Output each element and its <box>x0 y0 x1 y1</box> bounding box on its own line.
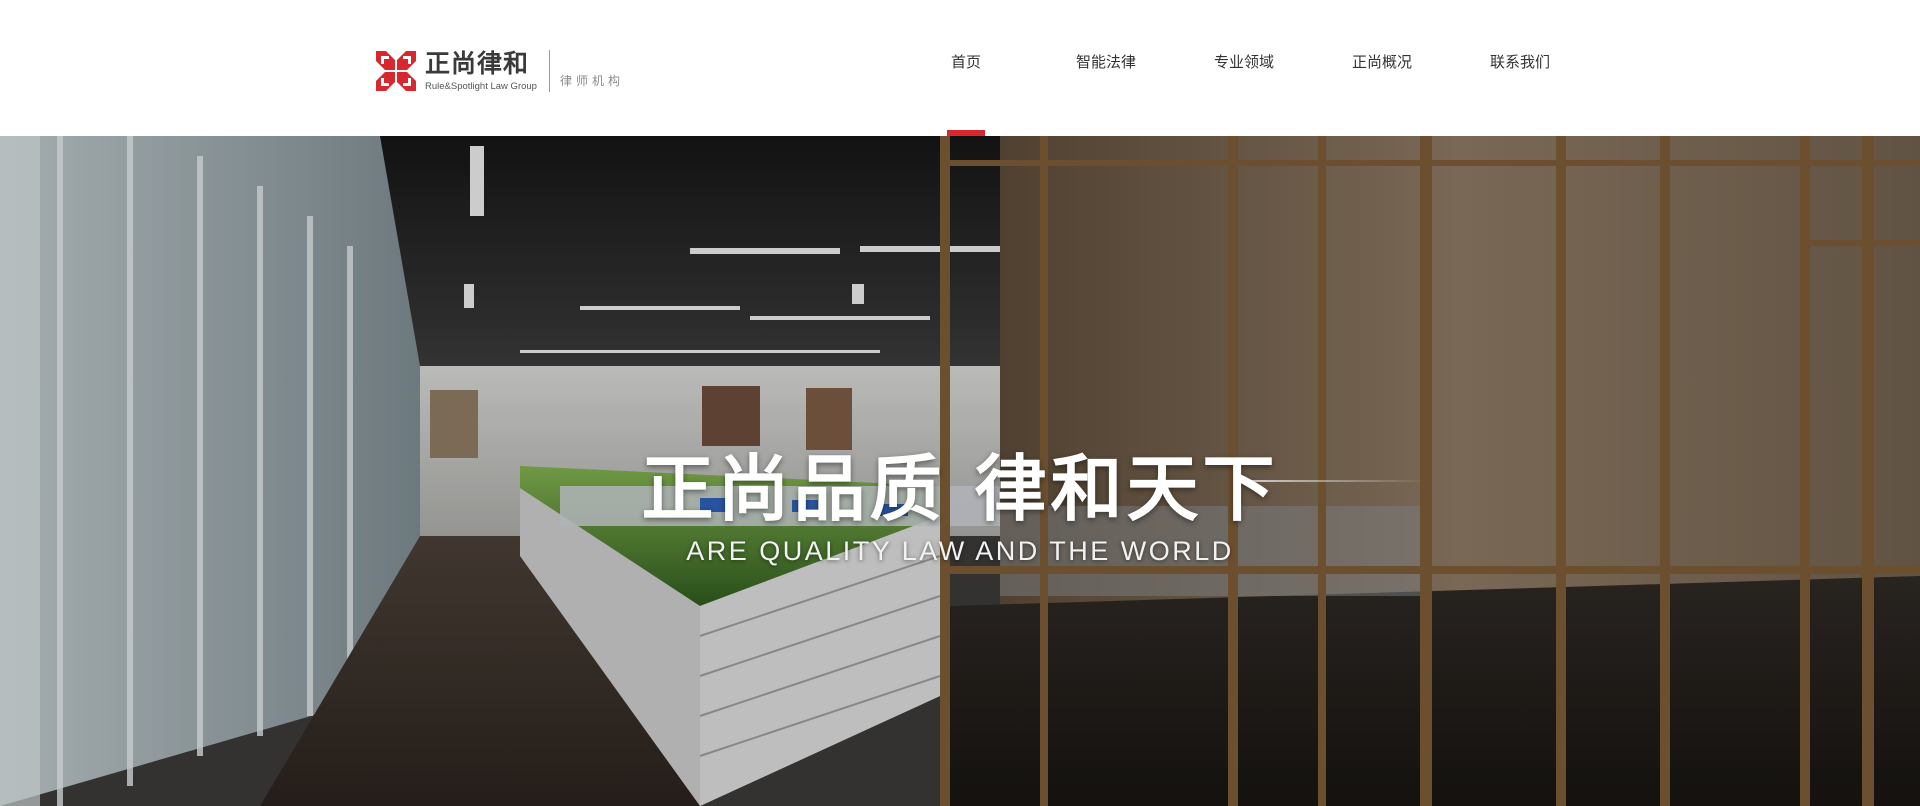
brand-subtitle: 律师机构 <box>559 73 624 88</box>
brand-name-cn: 正尚律和 <box>425 48 530 78</box>
nav-item-about[interactable]: 正尚概况 <box>1328 0 1436 136</box>
nav-item-home[interactable]: 首页 <box>920 0 1012 136</box>
nav-item-smart-law[interactable]: 智能法律 <box>1052 0 1160 136</box>
nav-item-label: 正尚概况 <box>1351 52 1412 71</box>
brand-logo[interactable]: 正尚律和 Rule&Spotlight Law Group 律师机构 <box>375 47 624 95</box>
hero-banner: 正尚品质 律和天下 ARE QUALITY LAW AND THE WORLD <box>0 136 1920 806</box>
site-header: 正尚律和 Rule&Spotlight Law Group 律师机构 首页 智能… <box>0 0 1920 136</box>
nav-item-label: 首页 <box>950 52 981 71</box>
red-pinwheel-logo-icon <box>376 51 416 91</box>
brand-name-en: Rule&Spotlight Law Group <box>425 80 537 92</box>
nav-item-label: 联系我们 <box>1489 52 1550 71</box>
active-nav-indicator <box>947 130 985 136</box>
logo-divider <box>548 50 550 92</box>
nav-item-practice-areas[interactable]: 专业领域 <box>1190 0 1298 136</box>
hero-subtitle: ARE QUALITY LAW AND THE WORLD <box>686 536 1234 566</box>
main-nav: 首页 智能法律 专业领域 正尚概况 联系我们 <box>920 0 1574 136</box>
nav-item-label: 专业领域 <box>1213 52 1274 71</box>
hero-title: 正尚品质 律和天下 <box>641 446 1279 531</box>
nav-item-contact[interactable]: 联系我们 <box>1466 0 1574 136</box>
nav-item-label: 智能法律 <box>1075 52 1136 71</box>
